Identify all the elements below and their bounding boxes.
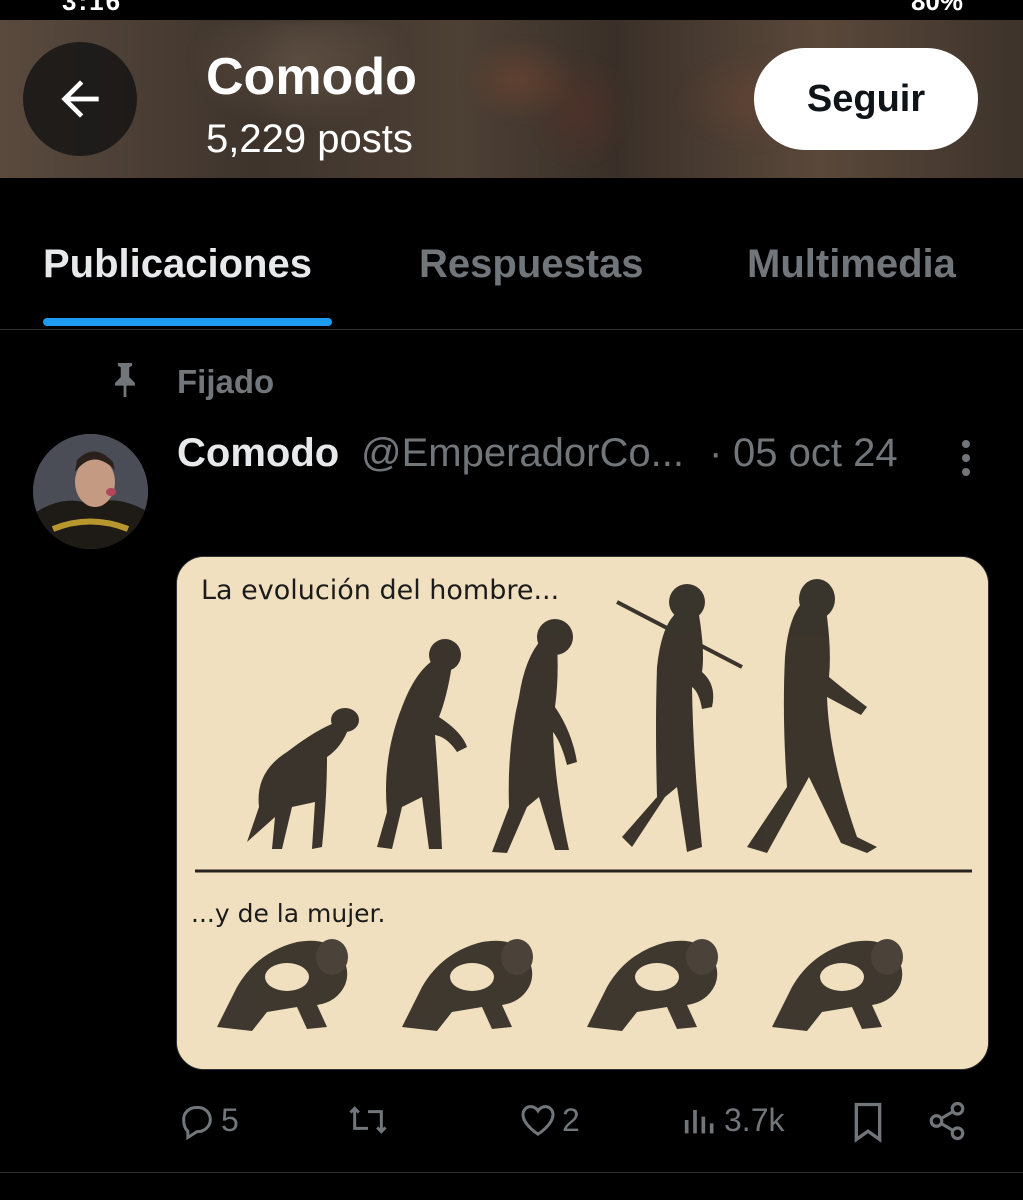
repost-button[interactable]	[345, 1100, 395, 1140]
like-icon	[521, 1105, 555, 1136]
evolution-comic	[177, 557, 988, 1069]
more-options-button[interactable]	[948, 436, 984, 480]
author-handle[interactable]: @EmperadorCo...	[361, 431, 684, 476]
views-icon	[684, 1110, 714, 1134]
status-battery: 80%	[910, 0, 963, 16]
views-button[interactable]: 3.7k	[680, 1100, 784, 1140]
reply-icon	[182, 1106, 212, 1140]
tab-respuestas[interactable]: Respuestas	[419, 242, 644, 287]
post-divider	[0, 1172, 1023, 1173]
tab-multimedia[interactable]: Multimedia	[747, 242, 956, 287]
profile-tabs: Publicaciones Respuestas Multimedia	[0, 178, 1023, 330]
avatar[interactable]	[33, 434, 148, 549]
post-count: 5,229 posts	[206, 117, 413, 161]
like-count: 2	[562, 1101, 580, 1138]
pinned-indicator: Fijado	[0, 330, 1023, 430]
repost-icon	[349, 1106, 387, 1134]
comic-caption-top: La evolución del hombre...	[201, 575, 560, 606]
meta-separator: ·	[709, 431, 723, 475]
profile-header: Comodo 5,229 posts Seguir	[0, 20, 1023, 178]
comic-caption-bottom: ...y de la mujer.	[191, 899, 386, 928]
tab-publicaciones[interactable]: Publicaciones	[43, 242, 312, 287]
follow-button[interactable]: Seguir	[754, 48, 978, 150]
active-tab-indicator	[43, 318, 332, 326]
back-arrow-icon	[61, 80, 99, 118]
pin-icon	[115, 363, 135, 397]
post-date[interactable]: 05 oct 24	[733, 431, 898, 476]
more-vertical-icon	[962, 440, 970, 476]
back-button[interactable]	[23, 42, 137, 156]
post-media-image[interactable]: La evolución del hombre... ...y de la mu…	[176, 556, 989, 1070]
views-count: 3.7k	[724, 1101, 785, 1138]
profile-title: Comodo	[206, 48, 417, 106]
share-icon	[929, 1101, 965, 1141]
bookmark-icon	[854, 1102, 882, 1143]
status-bar: 3:16 80%	[0, 0, 1023, 20]
pinned-label: Fijado	[177, 363, 275, 400]
share-button[interactable]	[926, 1100, 968, 1142]
like-button[interactable]: 2	[518, 1100, 580, 1140]
reply-count: 5	[221, 1101, 239, 1138]
author-name[interactable]: Comodo	[177, 431, 339, 476]
reply-button[interactable]: 5	[177, 1100, 239, 1140]
post-action-bar: 5 2 3.7k	[0, 1090, 1023, 1154]
bookmark-button[interactable]	[848, 1100, 888, 1144]
status-time: 3:16	[62, 0, 123, 16]
avatar-image	[33, 434, 148, 549]
